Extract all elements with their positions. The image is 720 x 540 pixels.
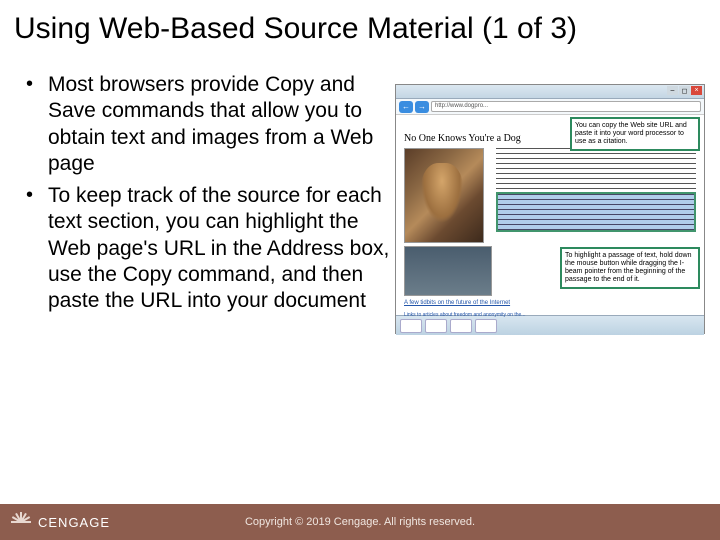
illustration: – ◻ × ← → http://www.dogpro... You can c… [390,54,720,474]
bullet-item: To keep track of the source for each tex… [20,183,390,314]
burst-icon [10,511,32,533]
minimize-icon: – [667,86,678,95]
close-icon: × [691,86,702,95]
callout-highlight: To highlight a passage of text, hold dow… [560,247,700,289]
taskbar-item [425,319,447,333]
related-links: Links to articles about freedom and anon… [404,312,696,318]
maximize-icon: ◻ [679,86,690,95]
content-area: Most browsers provide Copy and Save comm… [0,54,720,474]
forward-icon: → [415,101,429,113]
back-icon: ← [399,101,413,113]
browser-window: – ◻ × ← → http://www.dogpro... You can c… [395,84,705,334]
brand-name: CENGAGE [38,515,110,530]
address-bar: http://www.dogpro... [431,101,701,112]
copyright-text: Copyright © 2019 Cengage. All rights res… [245,516,475,528]
bullet-item: Most browsers provide Copy and Save comm… [20,72,390,177]
dog-image [404,148,484,243]
taskbar-item [475,319,497,333]
article-text [496,148,696,190]
taskbar-item [400,319,422,333]
highlighted-text [496,192,696,232]
callout-url-copy: You can copy the Web site URL and paste … [570,117,700,151]
taskbar-item [450,319,472,333]
browser-page: You can copy the Web site URL and paste … [396,115,704,315]
footer-bar: CENGAGE Copyright © 2019 Cengage. All ri… [0,504,720,540]
image-caption: A few tidbits on the future of the Inter… [404,300,696,306]
slide-title: Using Web-Based Source Material (1 of 3) [0,0,720,54]
taskbar [396,315,704,335]
browser-navbar: ← → http://www.dogpro... [396,99,704,115]
bullet-list: Most browsers provide Copy and Save comm… [20,54,390,474]
brand-logo: CENGAGE [0,511,110,533]
secondary-image [404,246,492,296]
browser-titlebar: – ◻ × [396,85,704,99]
